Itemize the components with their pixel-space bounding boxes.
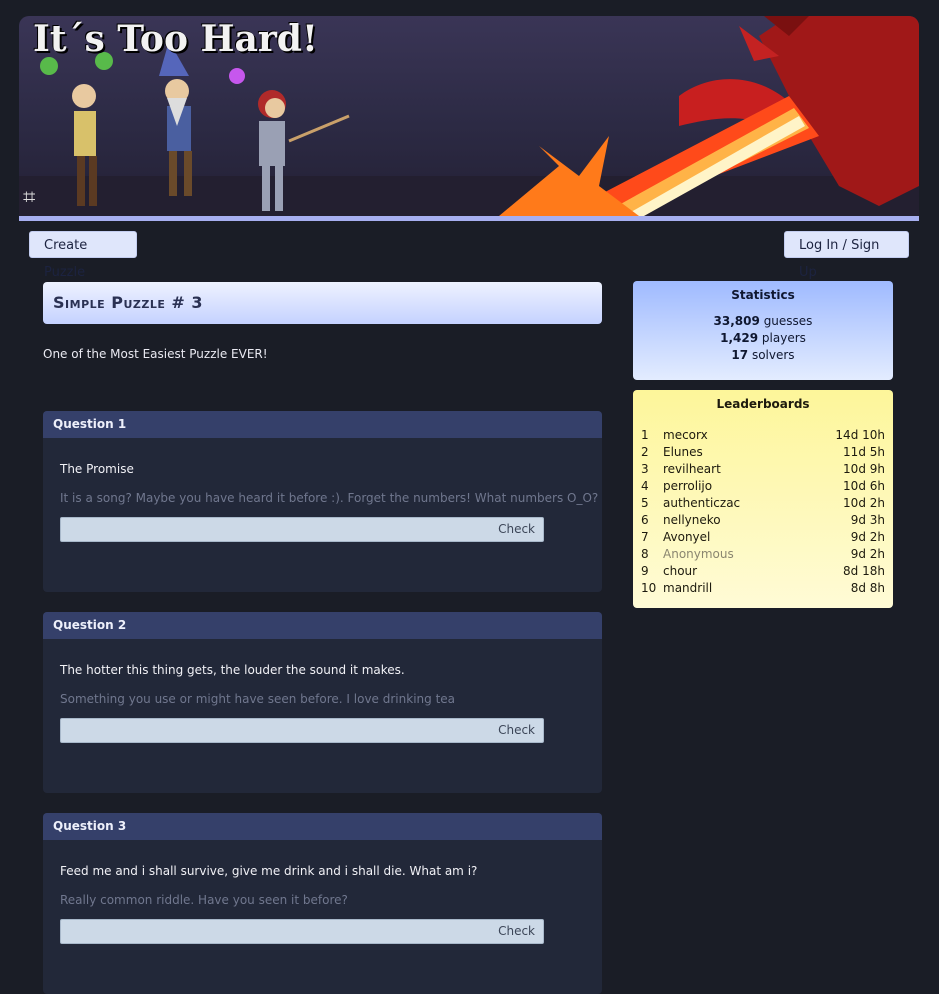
statistics-panel: Statistics 33,809 guesses 1,429 players … xyxy=(633,281,893,380)
site-mark-icon: ⌗ xyxy=(23,185,36,210)
question-card-3: Question 3 Feed me and i shall survive, … xyxy=(43,813,602,994)
wizard-characters xyxy=(40,41,350,211)
leaderboard-row: 6 nellyneko 9d 3h xyxy=(641,512,885,529)
answer-input[interactable]: Check xyxy=(60,919,544,944)
player-name[interactable]: authenticzac xyxy=(663,495,740,512)
leaderboard-list: 1 mecorx 14d 10h 2 Elunes 11d 5h 3 revilheart… xyxy=(641,427,885,597)
player-name[interactable]: Avonyel xyxy=(663,529,710,546)
question-hint: Something you use or might have seen bef… xyxy=(60,692,456,706)
leaderboard-title: Leaderboards xyxy=(716,397,810,411)
login-signup-button[interactable]: Log In / Sign Up xyxy=(784,231,909,280)
question-hint: It is a song? Maybe you have heard it be… xyxy=(60,491,599,505)
stat-players: 1,429 players xyxy=(720,331,806,345)
player-name[interactable]: revilheart xyxy=(663,461,721,478)
question-text: The hotter this thing gets, the louder t… xyxy=(60,663,405,677)
stat-solvers: 17 solvers xyxy=(731,348,795,362)
puzzle-title: Simple Puzzle # 3 xyxy=(53,293,204,312)
puzzle-description: One of the Most Easiest Puzzle EVER! xyxy=(43,347,268,361)
question-card-2: Question 2 The hotter this thing gets, t… xyxy=(43,612,602,793)
player-name[interactable]: chour xyxy=(663,563,697,580)
question-text: The Promise xyxy=(60,462,134,476)
statistics-title: Statistics xyxy=(731,288,795,302)
site-logo-title: It´s Too Hard! xyxy=(33,18,318,60)
check-button[interactable]: Check xyxy=(498,719,535,742)
stat-guesses: 33,809 guesses xyxy=(713,314,813,328)
leaderboard-row: 3 revilheart 10d 9h xyxy=(641,461,885,478)
leaderboard-row: 9 chour 8d 18h xyxy=(641,563,885,580)
player-name[interactable]: nellyneko xyxy=(663,512,721,529)
leaderboard-row: 4 perrolijo 10d 6h xyxy=(641,478,885,495)
player-name-anonymous: Anonymous xyxy=(663,547,734,561)
leaderboard-row: 10 mandrill 8d 8h xyxy=(641,580,885,597)
check-button[interactable]: Check xyxy=(498,518,535,541)
leaderboard-row: 5 authenticzac 10d 2h xyxy=(641,495,885,512)
player-name[interactable]: perrolijo xyxy=(663,478,712,495)
question-header: Question 3 xyxy=(43,813,602,840)
question-card-1: Question 1 The Promise It is a song? May… xyxy=(43,411,602,592)
question-header: Question 2 xyxy=(43,612,602,639)
leaderboard-row: 8 Anonymous 9d 2h xyxy=(641,547,885,561)
puzzle-title-box: Simple Puzzle # 3 xyxy=(43,282,602,324)
leaderboard-row: 7 Avonyel 9d 2h xyxy=(641,529,885,546)
answer-input[interactable]: Check xyxy=(60,517,544,542)
player-name[interactable]: Elunes xyxy=(663,444,703,461)
create-puzzle-button[interactable]: Create Puzzle xyxy=(29,231,137,280)
leaderboard-row: 1 mecorx 14d 10h xyxy=(641,427,885,444)
check-button[interactable]: Check xyxy=(498,920,535,943)
header-banner: It´s Too Hard! ⌗ xyxy=(19,16,919,221)
answer-input[interactable]: Check xyxy=(60,718,544,743)
question-text: Feed me and i shall survive, give me dri… xyxy=(60,864,478,878)
question-hint: Really common riddle. Have you seen it b… xyxy=(60,893,348,907)
leaderboard-row: 2 Elunes 11d 5h xyxy=(641,444,885,461)
player-name[interactable]: mandrill xyxy=(663,580,712,597)
player-name[interactable]: mecorx xyxy=(663,427,708,444)
leaderboard-panel: Leaderboards 1 mecorx 14d 10h 2 Elunes 11d 5… xyxy=(633,390,893,608)
question-header: Question 1 xyxy=(43,411,602,438)
